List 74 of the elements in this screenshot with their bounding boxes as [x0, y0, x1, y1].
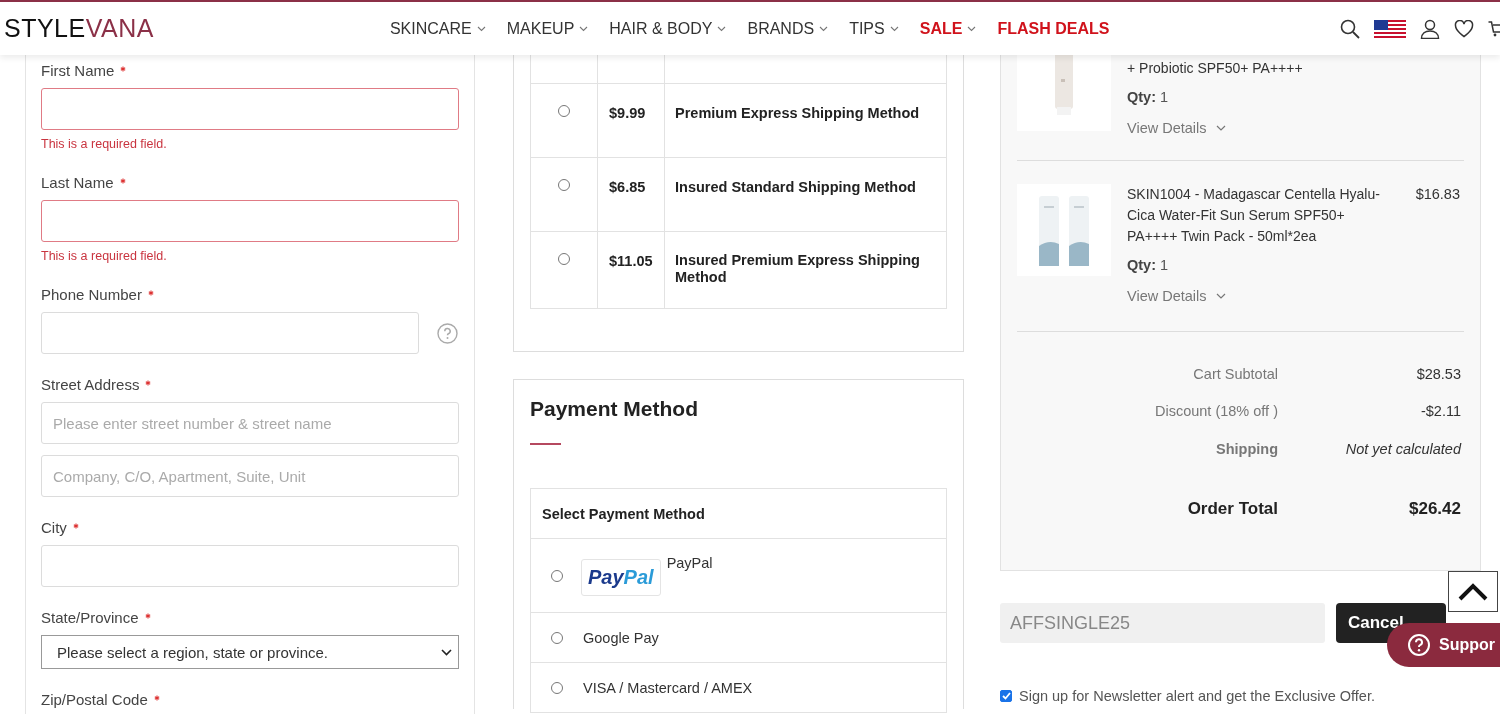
total-value: Not yet calculated: [1344, 440, 1461, 457]
chevron-down-icon: [967, 25, 977, 32]
text-field[interactable]: [41, 88, 459, 130]
shipping-method: Insured Standard Shipping Method: [675, 179, 916, 196]
shipping-price: $11.05: [609, 253, 653, 270]
error-message: This is a required field.: [41, 137, 168, 151]
logo[interactable]: STYLEVANA: [4, 14, 154, 43]
shipping-price: $9.99: [609, 105, 646, 122]
nav-link[interactable]: TIPS: [849, 19, 899, 38]
paypal-logo: PayPal: [581, 559, 661, 596]
chevron-down-icon: [889, 25, 899, 32]
shipping-method: Premium Express Shipping Method: [675, 105, 920, 122]
field-label: Street Address: [41, 375, 140, 395]
radio-button[interactable]: [558, 179, 570, 191]
payment-option-label[interactable]: Google Pay: [583, 629, 659, 646]
nav-link[interactable]: HAIR & BODY: [609, 19, 727, 38]
nav-link[interactable]: BRANDS: [747, 19, 829, 38]
total-value: $26.42: [1408, 499, 1461, 520]
chevron-up-icon: [1457, 582, 1489, 601]
chevron-down-icon: [717, 25, 727, 32]
shipping-price: $6.85: [609, 179, 646, 196]
section-title: Payment Method: [530, 397, 700, 421]
help-icon[interactable]: [437, 322, 458, 344]
chevron-down-icon: [579, 25, 589, 32]
error-message: This is a required field.: [41, 249, 168, 263]
newsletter-label[interactable]: Sign up for Newsletter alert and get the Exclusive Offer.: [1019, 688, 1375, 704]
quantity-text: Qty: 1: [1127, 89, 1170, 105]
back-to-top-button[interactable]: [1448, 571, 1498, 612]
help-icon: [1407, 633, 1431, 657]
user-icon[interactable]: [1420, 18, 1440, 39]
checkbox[interactable]: [1000, 690, 1012, 702]
chevron-down-icon: [476, 25, 486, 32]
field-label: City: [41, 518, 67, 538]
total-value: $28.53: [1415, 365, 1461, 382]
product-price: $16.83: [1415, 185, 1460, 204]
chevron-down-icon: [819, 25, 829, 32]
radio-button[interactable]: [551, 631, 563, 644]
radio-button[interactable]: [558, 105, 570, 117]
nav-link[interactable]: MAKEUP: [506, 19, 589, 38]
total-label: Cart Subtotal: [1192, 365, 1278, 382]
chevron-down-icon: [1215, 125, 1226, 131]
total-value: -$2.11: [1419, 403, 1461, 420]
field-label: First Name: [41, 61, 115, 81]
search-icon[interactable]: [1340, 18, 1360, 39]
shipping-method: Insured Premium Express Shipping Method: [675, 252, 921, 286]
radio-button[interactable]: [558, 253, 570, 265]
table-heading: Select Payment Method: [542, 505, 705, 522]
nav-link[interactable]: SALE: [919, 19, 977, 38]
flag-icon[interactable]: [1374, 19, 1406, 38]
payment-option-label[interactable]: PayPal: [666, 555, 713, 571]
view-details-link[interactable]: View Details: [1127, 120, 1226, 136]
radio-button[interactable]: [551, 569, 563, 582]
nav-link[interactable]: FLASH DEALS: [997, 19, 1110, 38]
product-name: + Probiotic SPF50+ PA++++: [1127, 59, 1303, 78]
total-label: Shipping: [1215, 440, 1278, 457]
total-label: Discount (18% off ): [1153, 403, 1278, 420]
field-label: Last Name: [41, 173, 114, 193]
radio-button[interactable]: [551, 681, 563, 694]
heart-icon[interactable]: [1454, 19, 1474, 38]
view-details-link[interactable]: View Details: [1127, 288, 1226, 304]
field-label: State/Province: [41, 608, 139, 628]
phone-field[interactable]: [41, 312, 419, 354]
chevron-down-icon: [441, 648, 452, 656]
cart-icon[interactable]: [1488, 19, 1500, 38]
field-label: Zip/Postal Code: [41, 690, 148, 710]
product-name: SKIN1004 - Madagascar Centella Hyalu-Cica Water-Fit Sun Serum SPF50+ PA++++ Twin Pack - 50ml*2ea: [1127, 185, 1381, 246]
text-field[interactable]: [41, 200, 459, 242]
nav-link[interactable]: SKINCARE: [389, 19, 486, 38]
field-label: Phone Number: [41, 285, 142, 305]
state-dropdown[interactable]: Please select a region, state or province.: [41, 635, 459, 669]
chevron-down-icon: [1215, 293, 1226, 299]
total-label: Order Total: [1186, 499, 1278, 520]
quantity-text: Qty: 1: [1127, 257, 1170, 273]
payment-option-label[interactable]: VISA / Mastercard / AMEX: [583, 679, 753, 696]
